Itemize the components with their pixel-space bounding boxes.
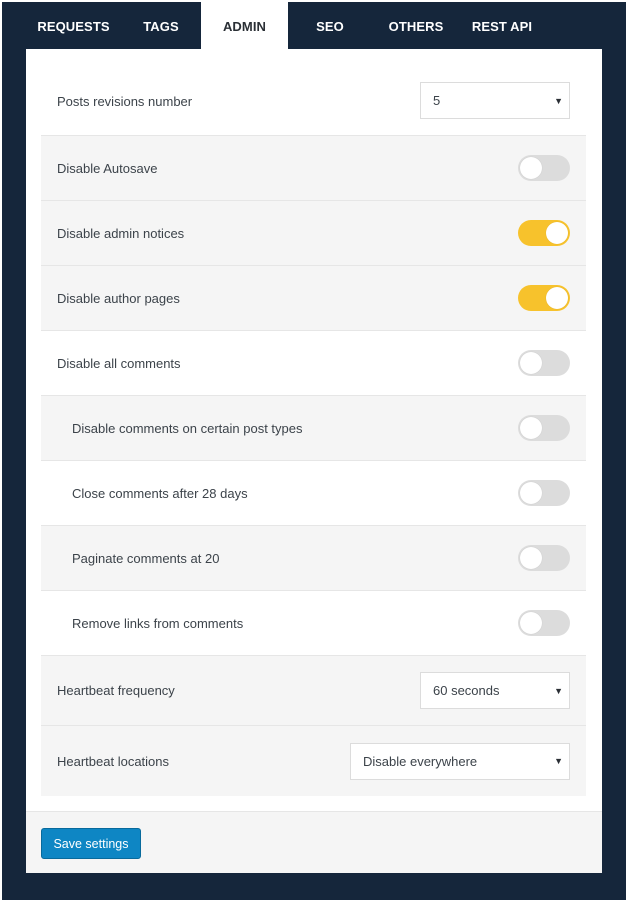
setting-label: Remove links from comments (72, 615, 244, 631)
settings-panel: Posts revisions number 5 ▼ Disable Autos… (26, 49, 602, 873)
settings-list: Posts revisions number 5 ▼ Disable Autos… (41, 49, 586, 796)
setting-label: Disable admin notices (57, 225, 185, 241)
disable-author-pages-toggle[interactable] (518, 285, 570, 311)
toggle-knob (520, 482, 542, 504)
toggle-knob (546, 222, 568, 244)
setting-heartbeat-locations: Heartbeat locations Disable everywhere ▼ (41, 726, 586, 796)
toggle-knob (520, 352, 542, 374)
disable-comments-post-types-toggle[interactable] (518, 415, 570, 441)
heartbeat-frequency-select[interactable]: 60 seconds ▼ (420, 672, 570, 709)
settings-footer: Save settings (26, 811, 602, 873)
setting-label: Disable all comments (57, 355, 181, 371)
setting-label: Close comments after 28 days (72, 485, 248, 501)
tab-others[interactable]: OTHERS (372, 2, 460, 51)
setting-label: Heartbeat locations (57, 753, 170, 769)
select-value: 60 seconds (433, 683, 500, 698)
select-value: Disable everywhere (363, 753, 478, 769)
toggle-knob (520, 157, 542, 179)
select-value: 5 (433, 93, 441, 108)
posts-revisions-select[interactable]: 5 ▼ (420, 82, 570, 119)
disable-autosave-toggle[interactable] (518, 155, 570, 181)
tab-rest-api[interactable]: REST API (460, 2, 544, 51)
toggle-knob (546, 287, 568, 309)
setting-disable-autosave: Disable Autosave (41, 136, 586, 201)
setting-label: Heartbeat frequency (57, 683, 175, 698)
setting-close-comments: Close comments after 28 days (41, 461, 586, 526)
setting-label: Posts revisions number (57, 94, 193, 109)
heartbeat-locations-select[interactable]: Disable everywhere ▼ (350, 742, 570, 780)
tab-admin[interactable]: ADMIN (201, 2, 288, 51)
caret-down-icon: ▼ (554, 685, 563, 696)
tab-bar: REQUESTS TAGS ADMIN SEO OTHERS REST API (26, 2, 544, 51)
setting-heartbeat-frequency: Heartbeat frequency 60 seconds ▼ (41, 656, 586, 726)
setting-paginate-comments: Paginate comments at 20 (41, 526, 586, 591)
paginate-comments-toggle[interactable] (518, 545, 570, 571)
caret-down-icon: ▼ (554, 756, 563, 766)
tab-requests[interactable]: REQUESTS (26, 2, 121, 51)
setting-label: Disable Autosave (57, 160, 158, 176)
setting-label: Disable comments on certain post types (72, 420, 303, 436)
disable-all-comments-toggle[interactable] (518, 350, 570, 376)
setting-remove-links: Remove links from comments (41, 591, 586, 656)
toggle-knob (520, 417, 542, 439)
caret-down-icon: ▼ (554, 95, 563, 106)
setting-posts-revisions: Posts revisions number 5 ▼ (41, 49, 586, 136)
setting-disable-author-pages: Disable author pages (41, 266, 586, 331)
tab-tags[interactable]: TAGS (121, 2, 201, 51)
tab-seo[interactable]: SEO (288, 2, 372, 51)
toggle-knob (520, 547, 542, 569)
setting-disable-admin-notices: Disable admin notices (41, 201, 586, 266)
setting-label: Disable author pages (57, 290, 180, 306)
setting-label: Paginate comments at 20 (72, 550, 220, 566)
close-comments-toggle[interactable] (518, 480, 570, 506)
setting-disable-comments-post-types: Disable comments on certain post types (41, 396, 586, 461)
save-settings-button[interactable]: Save settings (41, 828, 141, 859)
remove-links-toggle[interactable] (518, 610, 570, 636)
setting-disable-all-comments: Disable all comments (41, 331, 586, 396)
disable-admin-notices-toggle[interactable] (518, 220, 570, 246)
toggle-knob (520, 612, 542, 634)
